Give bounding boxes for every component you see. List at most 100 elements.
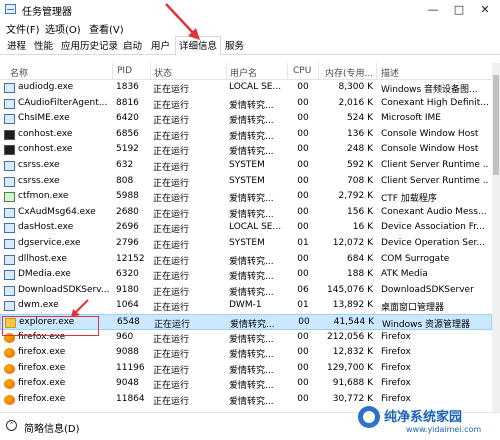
process-name: dllhost.exe (18, 253, 67, 264)
process-name: dwm.exe (18, 300, 59, 311)
vertical-scrollbar[interactable] (492, 63, 500, 412)
table-row[interactable]: ChsIME.exe 6420 正在运行 爱情转究... 00 524 K Microsof… (0, 111, 492, 127)
scrollbar-thumb[interactable] (493, 75, 499, 175)
column-header-pid[interactable]: PID (117, 66, 132, 76)
blue-app-icon (4, 161, 15, 171)
blue-app-icon (4, 223, 15, 234)
task-manager-icon (5, 4, 16, 14)
process-name: CAudioFilterAgent... (18, 97, 108, 108)
tab-services[interactable]: 服务 (222, 39, 247, 55)
table-row[interactable]: conhost.exe 5192 正在运行 爱情转究... 00 248 K Console… (0, 142, 492, 158)
collapse-chevron-icon[interactable]: ⌃ (6, 420, 17, 431)
process-cpu: 00 (297, 269, 309, 280)
process-username: 爱情转究... (229, 397, 274, 407)
process-name: firefox.exe (18, 347, 66, 358)
process-description: Console Window Host (381, 128, 479, 139)
tab-startup[interactable]: 启动 (120, 39, 145, 55)
table-row[interactable]: conhost.exe 6856 正在运行 爱情转究... 00 136 K Console… (0, 127, 492, 143)
process-pid: 2796 (116, 238, 139, 248)
blue-app-icon (4, 254, 15, 265)
process-pid: 12152 (116, 253, 145, 264)
process-username: 爱情转究... (229, 272, 274, 283)
process-memory: 129,700 K (327, 362, 373, 373)
process-cpu: 00 (297, 160, 309, 170)
process-username: 爱情转究... (229, 100, 274, 111)
process-memory: 156 K (347, 206, 373, 217)
process-cpu: 00 (297, 175, 309, 186)
tab-performance[interactable]: 性能 (31, 39, 56, 55)
process-pid: 632 (116, 160, 134, 170)
column-header-status[interactable]: 状态 (154, 66, 172, 79)
process-description: Microsoft IME (381, 113, 441, 124)
process-name: DMedia.exe (18, 269, 71, 280)
process-status: 正在运行 (153, 334, 190, 345)
process-description: Firefox (381, 347, 411, 358)
process-username: 爱情转究... (229, 131, 274, 142)
table-row[interactable]: firefox.exe 9088 正在运行 爱情转究... 00 12,832 K Fire… (0, 345, 492, 361)
table-row[interactable]: audiodg.exe 1836 正在运行 LOCAL SE... 00 8,300 K W… (0, 80, 492, 96)
minimize-button[interactable]: — (420, 0, 446, 19)
process-description: Firefox (381, 378, 411, 389)
blue-app-icon (4, 301, 15, 312)
process-cpu: 01 (297, 300, 309, 311)
process-memory: 708 K (347, 175, 373, 186)
table-row[interactable]: ctfmon.exe 5988 正在运行 爱情转究... 00 2,792 K CTF 加载… (0, 189, 492, 205)
table-row[interactable]: dllhost.exe 12152 正在运行 爱情转究... 00 684 K COM Su… (0, 252, 492, 268)
tab-processes[interactable]: 进程 (4, 39, 29, 55)
table-row[interactable]: dasHost.exe 2696 正在运行 LOCAL SE... 00 16 K Devi… (0, 220, 492, 236)
process-username: 爱情转究... (229, 381, 274, 392)
process-pid: 808 (116, 175, 134, 186)
process-memory: 16 K (352, 222, 373, 233)
process-description: 桌面窗口管理器 (381, 303, 445, 314)
menu-view[interactable]: 查看(V) (89, 21, 124, 36)
menu-options[interactable]: 选项(O) (45, 21, 81, 36)
process-memory: 2,016 K (338, 97, 373, 108)
process-pid: 2680 (116, 206, 139, 217)
fewer-details-link[interactable]: 简略信息(D) (24, 420, 80, 435)
menu-file[interactable]: 文件(F) (6, 21, 40, 36)
watermark-url: www.yidaimei.com (406, 425, 482, 434)
table-row[interactable]: firefox.exe 9048 正在运行 爱情转究... 00 91,688 K Fire… (0, 376, 492, 392)
column-header-username[interactable]: 用户名 (230, 66, 257, 79)
process-username: SYSTEM (229, 238, 265, 248)
firefox-icon (4, 348, 15, 359)
process-description: Client Server Runtime ... (381, 175, 489, 186)
process-cpu: 00 (297, 144, 309, 155)
process-status: 正在运行 (153, 381, 190, 392)
process-pid: 9048 (116, 378, 139, 389)
table-row[interactable]: DownloadSDKServ... 9180 正在运行 爱情转究... 06 145,0… (0, 283, 492, 299)
process-memory: 91,688 K (332, 378, 373, 389)
process-description: Windows 音频设备图... (381, 85, 478, 95)
process-status: 正在运行 (153, 116, 190, 127)
close-button[interactable]: ✕ (472, 0, 498, 19)
table-row[interactable]: CAudioFilterAgent... 8816 正在运行 爱情转究... 00 2,0… (0, 96, 492, 112)
process-cpu: 00 (297, 347, 309, 358)
process-memory: 188 K (347, 269, 373, 280)
table-row[interactable]: csrss.exe 808 正在运行 SYSTEM 00 708 K Client Serv… (0, 174, 492, 190)
process-memory: 2,792 K (338, 191, 373, 202)
process-status: 正在运行 (153, 256, 190, 267)
firefox-icon (4, 379, 15, 390)
process-table-body: audiodg.exe 1836 正在运行 LOCAL SE... 00 8,300 K W… (0, 80, 492, 412)
table-row[interactable]: DMedia.exe 6320 正在运行 爱情转究... 00 188 K ATK Medi… (0, 267, 492, 283)
column-header-description[interactable]: 描述 (381, 66, 399, 79)
table-row[interactable]: CxAudMsg64.exe 2680 正在运行 爱情转究... 00 156 K Cone… (0, 205, 492, 221)
process-username: LOCAL SE... (229, 222, 282, 233)
process-username: 爱情转究... (229, 350, 274, 361)
column-header-cpu[interactable]: CPU (293, 66, 311, 76)
process-name: ctfmon.exe (18, 191, 69, 202)
process-status: 正在运行 (153, 303, 190, 314)
tab-app-history[interactable]: 应用历史记录 (58, 39, 121, 55)
table-row[interactable]: csrss.exe 632 正在运行 SYSTEM 00 592 K Client Serv… (0, 158, 492, 174)
maximize-button[interactable]: □ (446, 0, 472, 19)
blue-app-icon (4, 176, 15, 187)
column-header-name[interactable]: 名称 (10, 66, 28, 79)
table-row[interactable]: dgservice.exe 2796 正在运行 SYSTEM 01 12,072 K Dev… (0, 236, 492, 252)
table-row[interactable]: firefox.exe 11196 正在运行 爱情转究... 00 129,700 K Fi… (0, 361, 492, 377)
column-header-memory[interactable]: 内存(专用... (325, 66, 373, 79)
process-name: firefox.exe (18, 378, 66, 389)
process-description: Client Server Runtime ... (381, 160, 489, 170)
blue-app-icon (4, 270, 15, 281)
process-memory: 8,300 K (338, 82, 373, 92)
process-status: 正在运行 (153, 287, 190, 298)
